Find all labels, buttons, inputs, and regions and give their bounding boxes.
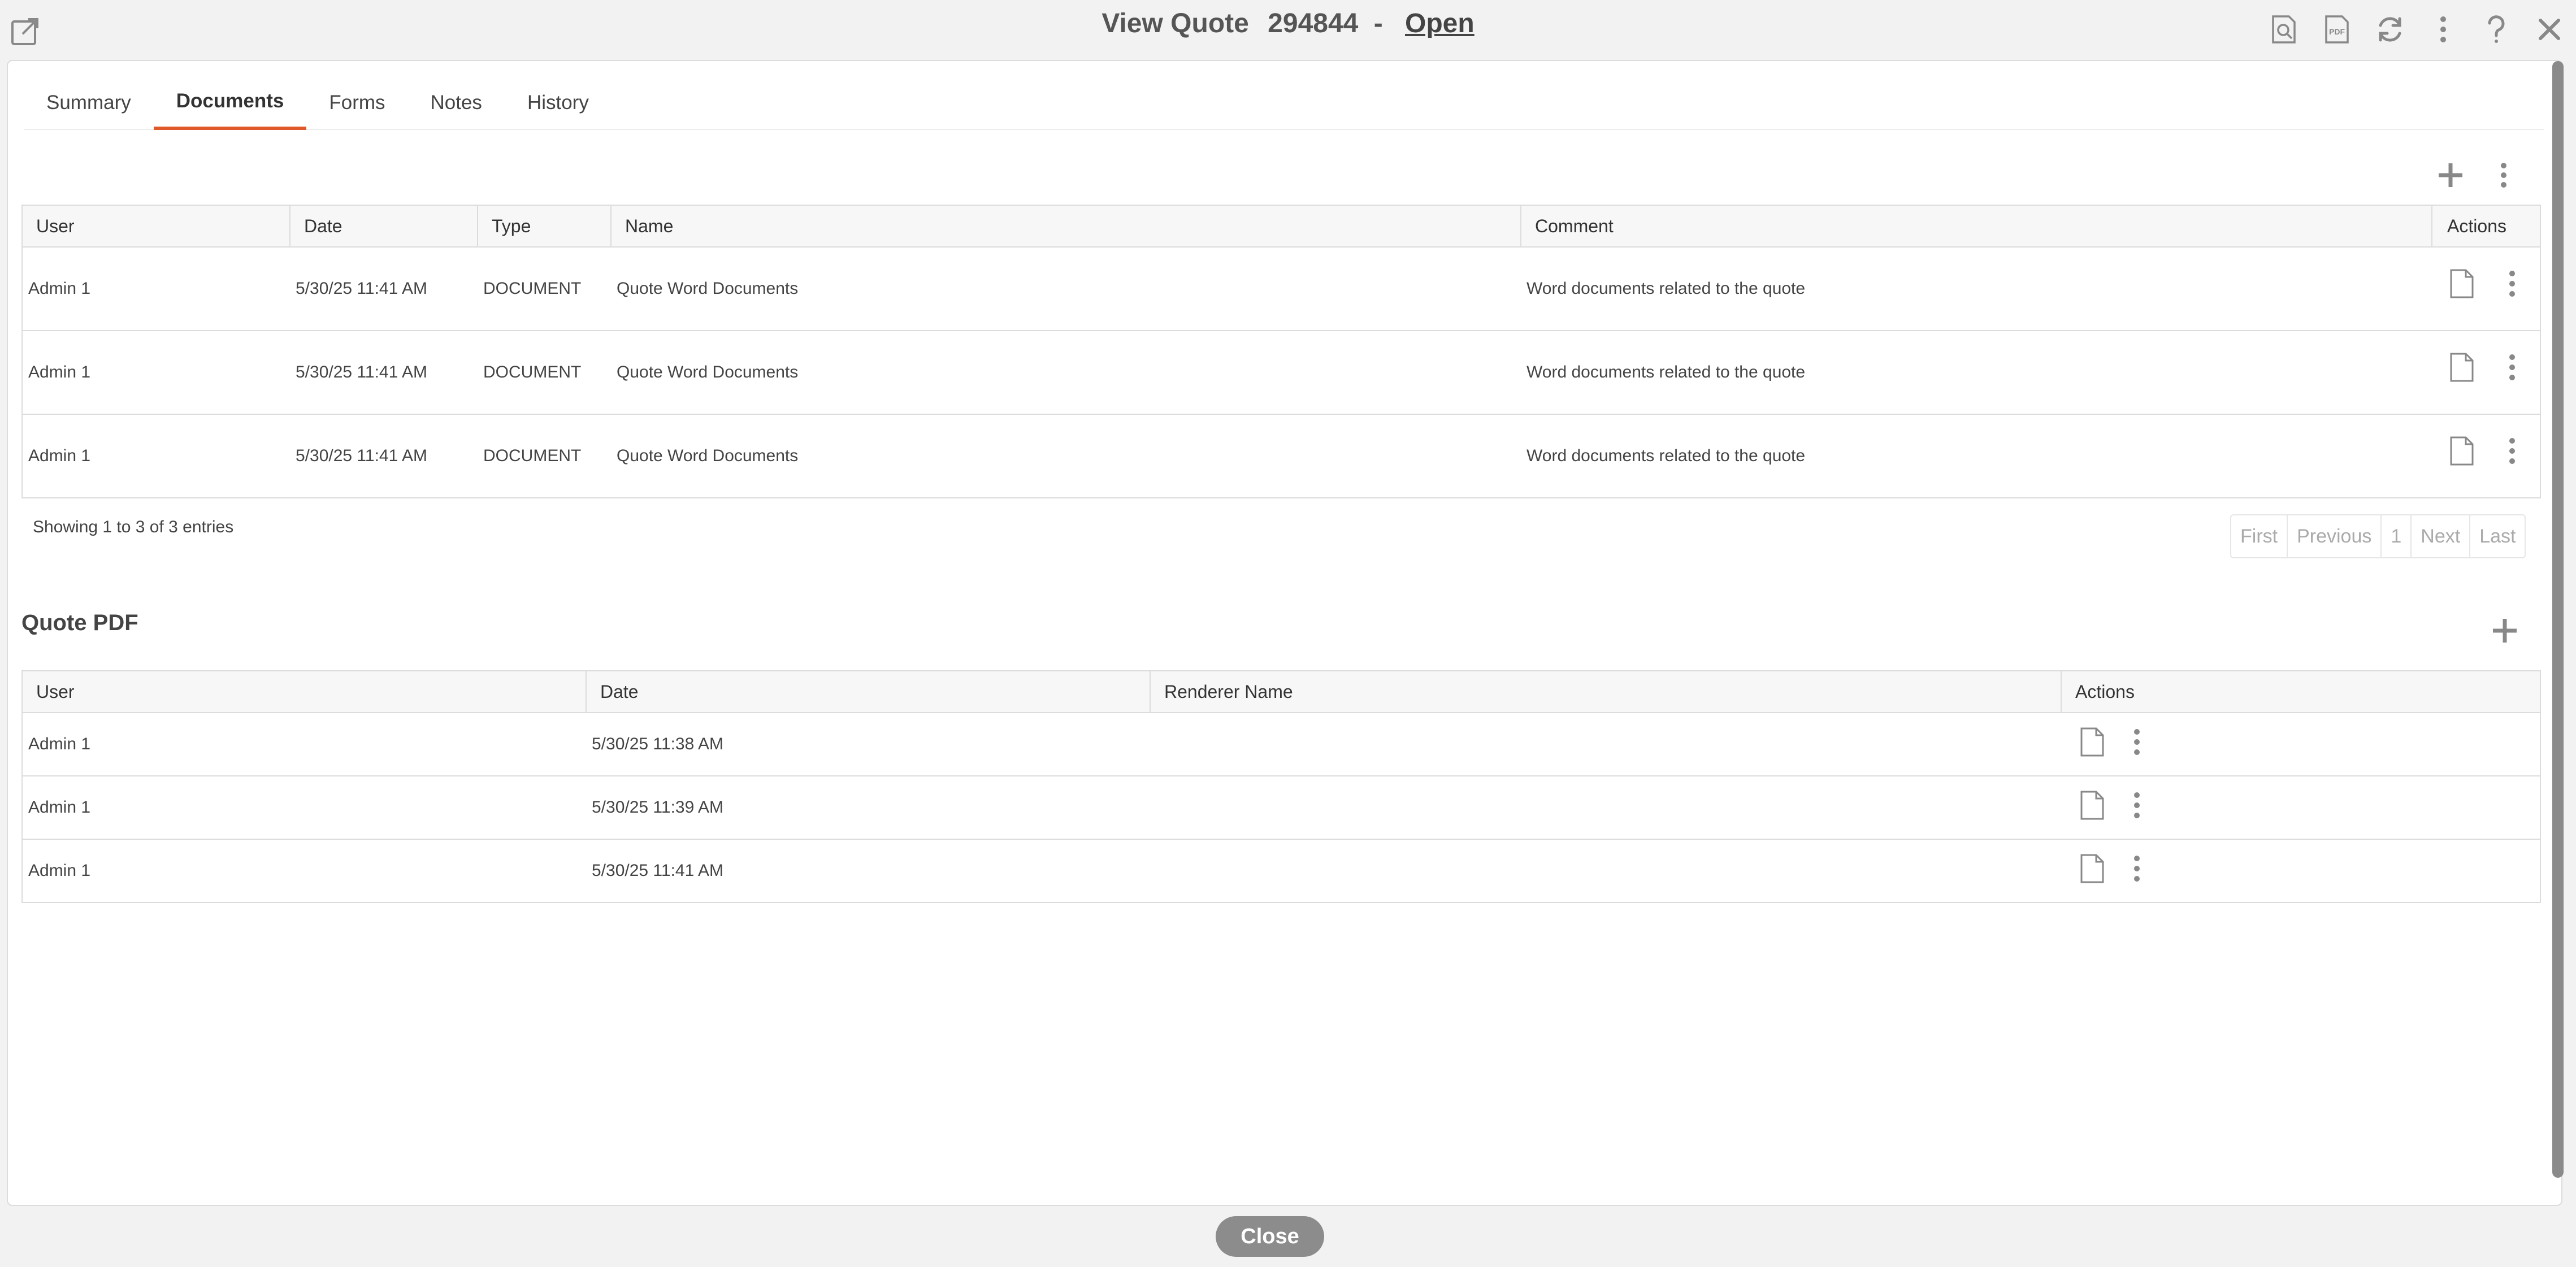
col-actions: Actions xyxy=(2431,205,2541,248)
col-comment[interactable]: Comment xyxy=(1520,205,2432,248)
tab-bar: Summary Documents Forms Notes History xyxy=(24,76,2544,130)
documents-header-row: User Date Type Name Comment Actions xyxy=(21,205,2541,248)
pager-next[interactable]: Next xyxy=(2410,515,2469,557)
pagination: First Previous 1 Next Last xyxy=(2230,514,2526,558)
close-icon[interactable] xyxy=(2531,12,2568,46)
table-row: Admin 1 5/30/25 11:41 AM DOCUMENT Quote … xyxy=(22,330,2540,414)
table-row: Admin 1 5/30/25 11:41 AM xyxy=(22,839,2540,902)
col-name[interactable]: Name xyxy=(610,205,1521,248)
cell-renderer xyxy=(1150,712,2061,776)
tab-notes[interactable]: Notes xyxy=(408,76,505,130)
cell-actions xyxy=(2432,330,2540,414)
cell-name: Quote Word Documents xyxy=(611,330,1521,414)
quote-status-link[interactable]: Open xyxy=(1405,8,1475,38)
row-more-icon[interactable] xyxy=(2132,791,2141,825)
cell-renderer xyxy=(1150,775,2061,839)
tab-history[interactable]: History xyxy=(505,76,612,130)
cell-user: Admin 1 xyxy=(22,775,586,839)
document-icon[interactable] xyxy=(2449,269,2475,303)
add-pdf-button[interactable] xyxy=(2488,614,2522,648)
cell-type: DOCUMENT xyxy=(478,414,611,498)
col-user[interactable]: User xyxy=(21,205,290,248)
help-icon[interactable] xyxy=(2478,12,2515,46)
table-row: Admin 1 5/30/25 11:39 AM xyxy=(22,775,2540,839)
close-button[interactable]: Close xyxy=(1216,1216,1324,1257)
cell-date: 5/30/25 11:41 AM xyxy=(290,330,478,414)
row-more-icon[interactable] xyxy=(2508,353,2517,387)
pager-page-1[interactable]: 1 xyxy=(2380,515,2410,557)
preview-icon[interactable] xyxy=(2265,12,2302,46)
col-date[interactable]: Date xyxy=(289,205,478,248)
quote-number: 294844 xyxy=(1268,8,1359,38)
cell-actions xyxy=(2432,246,2540,331)
document-icon[interactable] xyxy=(2079,854,2105,888)
cell-actions xyxy=(2061,712,2540,776)
vertical-scrollbar[interactable] xyxy=(2552,61,2564,1178)
cell-user: Admin 1 xyxy=(22,330,290,414)
col-type[interactable]: Type xyxy=(477,205,612,248)
cell-user: Admin 1 xyxy=(22,414,290,498)
cell-actions xyxy=(2061,775,2540,839)
entries-count: Showing 1 to 3 of 3 entries xyxy=(33,518,234,536)
row-more-icon[interactable] xyxy=(2508,436,2517,470)
cell-comment: Word documents related to the quote xyxy=(1521,330,2432,414)
document-icon[interactable] xyxy=(2449,353,2475,387)
table-row: Admin 1 5/30/25 11:41 AM DOCUMENT Quote … xyxy=(22,246,2540,331)
cell-date: 5/30/25 11:41 AM xyxy=(290,246,478,331)
table-row: Admin 1 5/30/25 11:38 AM xyxy=(22,712,2540,776)
document-icon[interactable] xyxy=(2079,791,2105,825)
pdf-header-row: User Date Renderer Name Actions xyxy=(21,670,2541,713)
window-toolbar: PDF xyxy=(2249,12,2568,46)
refresh-icon[interactable] xyxy=(2371,12,2409,46)
cell-name: Quote Word Documents xyxy=(611,414,1521,498)
quote-pdf-title: Quote PDF xyxy=(21,610,138,635)
cell-user: Admin 1 xyxy=(22,712,586,776)
tab-forms[interactable]: Forms xyxy=(306,76,407,130)
cell-date: 5/30/25 11:39 AM xyxy=(586,775,1150,839)
window-title: View Quote 294844 - Open xyxy=(0,8,2576,39)
col-renderer-name[interactable]: Renderer Name xyxy=(1150,670,2062,713)
cell-type: DOCUMENT xyxy=(478,246,611,331)
more-vertical-icon[interactable] xyxy=(2425,12,2462,46)
document-icon[interactable] xyxy=(2079,727,2105,761)
pdf-icon[interactable]: PDF xyxy=(2318,12,2356,46)
cell-comment: Word documents related to the quote xyxy=(1521,414,2432,498)
table-row: Admin 1 5/30/25 11:41 AM DOCUMENT Quote … xyxy=(22,414,2540,498)
pager-last[interactable]: Last xyxy=(2469,515,2525,557)
cell-name: Quote Word Documents xyxy=(611,246,1521,331)
tab-summary[interactable]: Summary xyxy=(24,76,154,130)
row-more-icon[interactable] xyxy=(2132,727,2141,761)
col-user[interactable]: User xyxy=(21,670,587,713)
row-more-icon[interactable] xyxy=(2508,269,2517,303)
documents-table: User Date Type Name Comment Actions Admi… xyxy=(21,205,2541,498)
cell-user: Admin 1 xyxy=(22,246,290,331)
quote-pdf-table: User Date Renderer Name Actions Admin 1 … xyxy=(21,670,2541,903)
cell-date: 5/30/25 11:38 AM xyxy=(586,712,1150,776)
documents-more-icon[interactable] xyxy=(2492,158,2515,192)
title-bar: View Quote 294844 - Open PDF xyxy=(0,0,2576,60)
pager-previous[interactable]: Previous xyxy=(2287,515,2380,557)
row-more-icon[interactable] xyxy=(2132,854,2141,888)
cell-user: Admin 1 xyxy=(22,839,586,902)
cell-type: DOCUMENT xyxy=(478,330,611,414)
title-separator: - xyxy=(1373,8,1383,38)
pager-first[interactable]: First xyxy=(2231,515,2287,557)
tab-documents[interactable]: Documents xyxy=(153,76,307,130)
add-document-button[interactable] xyxy=(2434,158,2467,192)
cell-date: 5/30/25 11:41 AM xyxy=(290,414,478,498)
col-actions: Actions xyxy=(2061,670,2541,713)
cell-actions xyxy=(2432,414,2540,498)
document-icon[interactable] xyxy=(2449,436,2475,470)
title-prefix: View Quote xyxy=(1101,8,1249,38)
cell-actions xyxy=(2061,839,2540,902)
col-date[interactable]: Date xyxy=(586,670,1151,713)
pdf-icon-text: PDF xyxy=(2329,27,2345,36)
cell-comment: Word documents related to the quote xyxy=(1521,246,2432,331)
cell-renderer xyxy=(1150,839,2061,902)
cell-date: 5/30/25 11:41 AM xyxy=(586,839,1150,902)
